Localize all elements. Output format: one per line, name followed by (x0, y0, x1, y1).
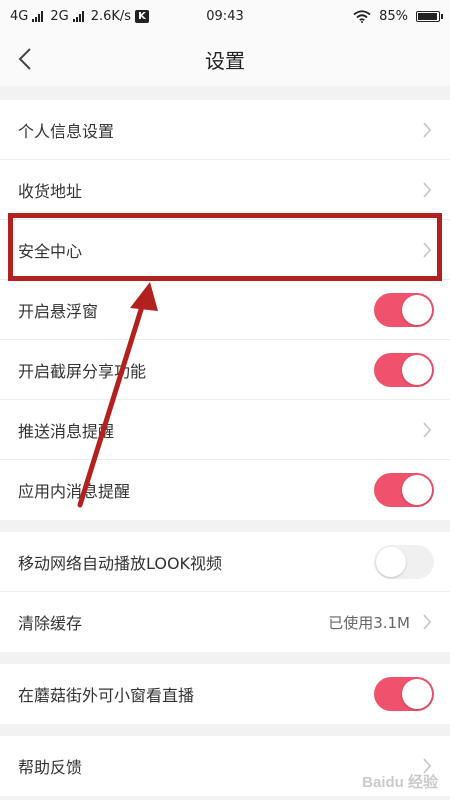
page-title: 设置 (205, 48, 245, 73)
status-bar: 4G 2G 2.6K/s K 09:43 85% (0, 0, 450, 32)
app-badge-icon: K (135, 9, 149, 23)
settings-row[interactable]: 开启截屏分享功能 (0, 340, 450, 400)
status-right: 85% (353, 8, 443, 24)
settings-row[interactable]: 清除缓存 已使用3.1M (0, 592, 450, 652)
toggle-knob (402, 354, 432, 385)
chevron-right-icon (423, 241, 432, 258)
signal-2-icon (72, 10, 84, 22)
network-speed: 2.6K/s (90, 8, 132, 24)
battery-percent: 85% (379, 8, 408, 24)
toggle-knob (402, 475, 432, 505)
settings-row[interactable]: 在蘑菇街外可小窗看直播 (0, 664, 450, 724)
settings-row-label: 安全中心 (18, 241, 83, 261)
settings-row-label: 个人信息设置 (18, 121, 115, 141)
settings-row[interactable]: 安全中心 (0, 220, 450, 280)
battery-fill (418, 12, 437, 20)
network-2-label: 2G (50, 8, 69, 24)
chevron-right-icon (423, 614, 432, 630)
toggle-switch[interactable] (374, 473, 434, 507)
settings-row-label: 开启截屏分享功能 (18, 361, 147, 381)
settings-row[interactable]: 开启悬浮窗 (0, 280, 450, 340)
settings-group: 个人信息设置 收货地址安全中心开启悬浮窗开启截屏分享功能 推送消息提醒 应用内消息提醒 (0, 100, 450, 520)
settings-row-label: 开启悬浮窗 (18, 301, 99, 321)
toggle-knob (376, 546, 406, 577)
settings-row-label: 推送消息提醒 (18, 421, 115, 441)
settings-row-label: 清除缓存 (18, 614, 83, 633)
settings-row[interactable]: 移动网络自动播放LOOK视频 (0, 532, 450, 592)
battery-icon (416, 10, 443, 22)
chevron-right-icon (423, 421, 432, 438)
back-arrow-icon[interactable] (14, 46, 38, 72)
settings-row-value: 已使用3.1M (328, 613, 410, 632)
settings-row-label: 移动网络自动播放LOOK视频 (18, 553, 223, 573)
toggle-switch[interactable] (374, 352, 434, 387)
toggle-knob (402, 679, 432, 709)
watermark: Baidu 经验 (362, 774, 438, 791)
settings-group: 移动网络自动播放LOOK视频 清除缓存 已使用3.1M (0, 532, 450, 652)
chevron-right-icon (423, 181, 432, 198)
settings-group: 在蘑菇街外可小窗看直播 (0, 664, 450, 724)
settings-row-label: 收货地址 (18, 181, 83, 201)
toggle-switch[interactable] (374, 544, 434, 579)
settings-row-label: 在蘑菇街外可小窗看直播 (18, 686, 195, 705)
toggle-knob (402, 294, 432, 325)
settings-row[interactable]: 推送消息提醒 (0, 400, 450, 460)
status-left: 4G 2G 2.6K/s K (10, 9, 149, 24)
network-1-label: 4G (10, 8, 29, 24)
toggle-switch[interactable] (374, 677, 434, 711)
header: 设置 (0, 32, 450, 86)
signal-1-icon (32, 10, 44, 22)
settings-list: 个人信息设置 收货地址安全中心开启悬浮窗开启截屏分享功能 推送消息提醒 应用内消息提醒… (0, 100, 450, 796)
settings-row[interactable]: 收货地址 (0, 160, 450, 220)
settings-row[interactable]: 个人信息设置 (0, 100, 450, 160)
settings-row[interactable]: 应用内消息提醒 (0, 460, 450, 520)
toggle-switch[interactable] (374, 292, 434, 327)
settings-row-label: 应用内消息提醒 (18, 482, 131, 501)
chevron-right-icon (423, 121, 432, 138)
wifi-icon (353, 9, 371, 23)
